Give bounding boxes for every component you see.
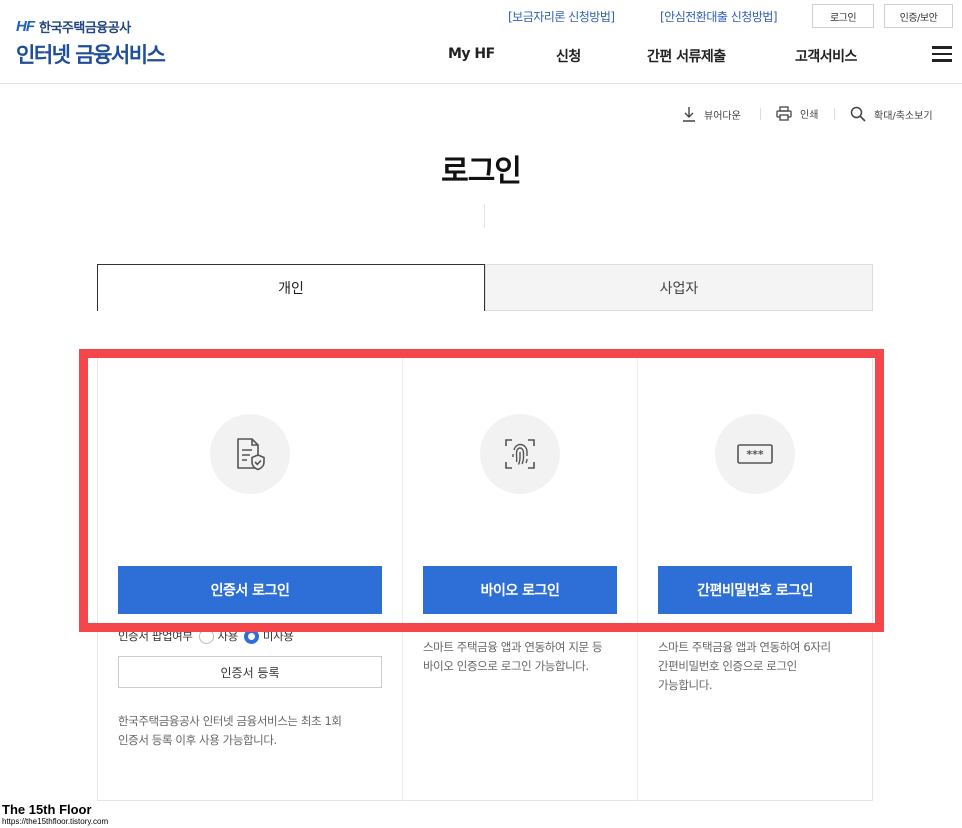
viewer-download-tool[interactable]: 뷰어다운: [682, 106, 741, 122]
download-icon: [683, 107, 695, 122]
tool-divider: [834, 108, 835, 120]
password-icon: ***: [715, 414, 795, 494]
print-label: 인쇄: [800, 110, 819, 121]
site-logo[interactable]: HF 한국주택금융공사 인터넷 금융서비스: [16, 17, 166, 69]
pin-login-button[interactable]: 간편비밀번호 로그인: [658, 566, 852, 614]
bogeumjari-guide-link[interactable]: [보금자리론 신청방법]: [508, 8, 615, 25]
bio-description: 스마트 주택금융 앱과 연동하여 지문 등 바이오 인증으로 로그인 가능합니다…: [423, 640, 603, 673]
ansim-guide-link[interactable]: [안심전환대출 신청방법]: [660, 8, 778, 25]
logo-mark: HF: [16, 18, 35, 35]
cert-register-button[interactable]: 인증서 등록: [118, 656, 382, 688]
certificate-icon: [210, 414, 290, 494]
print-icon: [776, 106, 792, 121]
popup-nouse-radio[interactable]: [243, 628, 259, 644]
bio-login-button[interactable]: 바이오 로그인: [423, 566, 617, 614]
cert-popup-label: 인증서 팝업여부: [118, 629, 193, 643]
column-divider: [402, 358, 403, 801]
print-tool[interactable]: 인쇄: [776, 106, 818, 121]
popup-use-label: 사용: [217, 629, 239, 643]
nav-apply[interactable]: 신청: [556, 46, 581, 66]
fingerprint-icon: [480, 414, 560, 494]
header: HF 한국주택금융공사 인터넷 금융서비스 [보금자리론 신청방법] [안심전환…: [0, 0, 962, 84]
hamburger-menu-icon[interactable]: [932, 46, 952, 62]
viewer-download-label: 뷰어다운: [704, 110, 741, 122]
cert-description: 한국주택금융공사 인터넷 금융서비스는 최초 1회 인증서 등록 이후 사용 가…: [118, 714, 342, 747]
header-login-button[interactable]: 로그인: [812, 4, 874, 28]
nav-doc-submit[interactable]: 간편 서류제출: [647, 46, 726, 66]
column-divider: [637, 358, 638, 801]
header-cert-button[interactable]: 인증/보안: [884, 4, 953, 28]
watermark-title: The 15th Floor: [2, 802, 92, 817]
cert-popup-option: 인증서 팝업여부 사용 미사용: [118, 628, 294, 644]
logo-service-title: 인터넷 금융서비스: [16, 43, 166, 67]
tab-business[interactable]: 사업자: [485, 264, 873, 311]
watermark-url: https://the15thfloor.tistory.com: [2, 817, 109, 826]
tab-personal[interactable]: 개인: [97, 264, 485, 311]
pin-description: 스마트 주택금융 앱과 연동하여 6자리 간편비밀번호 인증으로 로그인 가능합…: [658, 640, 831, 692]
nav-customer-service[interactable]: 고객서비스: [795, 46, 857, 66]
title-divider: [484, 204, 485, 228]
cert-login-button[interactable]: 인증서 로그인: [118, 566, 382, 614]
magnifier-icon: [850, 106, 866, 122]
nav-my-hf[interactable]: My HF: [448, 46, 495, 62]
page-title: 로그인: [441, 154, 522, 189]
password-icon-stars: ***: [746, 448, 764, 461]
logo-org-name: 한국주택금융공사: [39, 21, 131, 36]
zoom-tool[interactable]: 확대/축소보기: [850, 106, 933, 122]
zoom-label: 확대/축소보기: [874, 110, 933, 122]
popup-use-radio[interactable]: [198, 628, 214, 644]
tool-divider: [760, 108, 761, 120]
watermark: The 15th Floor https://the15thfloor.tist…: [2, 802, 108, 826]
popup-nouse-label: 미사용: [262, 629, 294, 643]
